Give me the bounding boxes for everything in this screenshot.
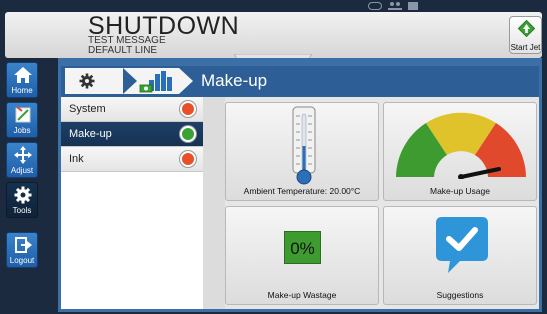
logout-icon — [15, 237, 32, 253]
current-line: DEFAULT LINE — [88, 45, 158, 56]
nav-tools-button[interactable]: Tools — [6, 182, 38, 218]
status-strip — [0, 0, 547, 12]
start-jet-icon — [518, 20, 535, 37]
gear-icon — [79, 73, 95, 89]
list-item-label: Ink — [69, 153, 84, 165]
makeup-wastage-caption: Make-up Wastage — [267, 290, 337, 300]
gear-icon — [14, 186, 32, 204]
start-jet-label: Start Jet — [510, 43, 541, 52]
sidebar: Home Jobs Adjust Tools Logout — [0, 58, 58, 314]
page-title: Make-up — [201, 71, 268, 90]
list-item-ink[interactable]: Ink — [61, 147, 203, 172]
main-panel: Make-up System Make-up Ink Ambient Tempe… — [58, 58, 542, 312]
home-icon — [14, 67, 32, 83]
breadcrumb-tools[interactable] — [65, 68, 123, 94]
panel-divider — [203, 97, 225, 309]
breadcrumb-makeup[interactable] — [123, 68, 193, 94]
ink-cartridge-icon — [368, 2, 382, 10]
makeup-usage-caption: Make-up Usage — [429, 186, 490, 196]
list-item-makeup[interactable]: Make-up — [61, 122, 203, 147]
network-icon — [408, 2, 418, 10]
nav-adjust-button[interactable]: Adjust — [6, 142, 38, 178]
users-icon — [388, 2, 402, 10]
wastage-indicator: 0% — [284, 231, 321, 264]
ambient-temperature-tile[interactable]: Ambient Temperature: 20.00°C — [225, 102, 379, 201]
jobs-icon — [15, 106, 31, 123]
makeup-usage-tile[interactable]: Make-up Usage — [383, 102, 537, 201]
wastage-value: 0% — [290, 239, 315, 258]
start-jet-button[interactable]: Start Jet — [509, 16, 542, 54]
makeup-wastage-tile[interactable]: 0% Make-up Wastage — [225, 206, 379, 305]
status-dot — [180, 151, 196, 167]
header: SHUTDOWN TEST MESSAGE DEFAULT LINE Start… — [5, 12, 542, 58]
status-icons — [368, 1, 418, 11]
nav-home-label: Home — [11, 86, 33, 95]
nav-jobs-button[interactable]: Jobs — [6, 102, 38, 138]
category-list: System Make-up Ink — [61, 97, 203, 309]
status-dot — [180, 126, 196, 142]
ambient-temperature-caption: Ambient Temperature: 20.00°C — [243, 186, 361, 196]
nav-logout-button[interactable]: Logout — [6, 232, 38, 268]
thermometer-icon — [292, 106, 316, 185]
usage-gauge-icon — [396, 112, 526, 179]
nav-tools-label: Tools — [12, 206, 32, 215]
nav-jobs-label: Jobs — [13, 126, 31, 135]
nav-home-button[interactable]: Home — [6, 62, 38, 98]
suggestions-icon — [436, 217, 488, 273]
nav-adjust-label: Adjust — [10, 166, 34, 175]
list-item-label: Make-up — [69, 128, 112, 140]
list-item-system[interactable]: System — [61, 97, 203, 122]
adjust-icon — [14, 146, 32, 164]
breadcrumb: Make-up — [61, 58, 539, 97]
suggestions-tile[interactable]: Suggestions — [383, 206, 537, 305]
suggestions-caption: Suggestions — [436, 290, 484, 300]
printer-ui: SHUTDOWN TEST MESSAGE DEFAULT LINE Start… — [0, 0, 547, 314]
list-item-label: System — [69, 103, 106, 115]
status-dot — [180, 101, 196, 117]
nav-logout-label: Logout — [9, 256, 35, 265]
